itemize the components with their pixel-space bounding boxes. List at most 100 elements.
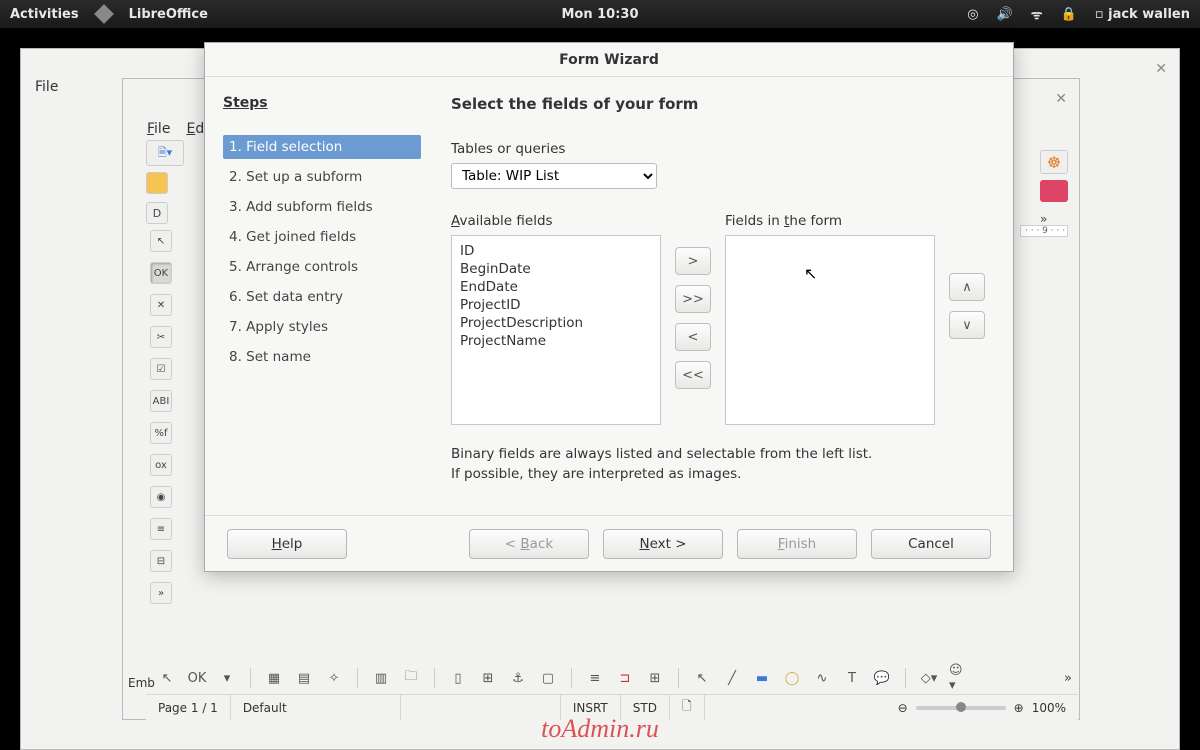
- ellipse-tool-icon[interactable]: ◯: [781, 667, 803, 689]
- percent-tool[interactable]: %f: [150, 422, 172, 444]
- rect-tool-icon[interactable]: ▬: [751, 667, 773, 689]
- page-icon[interactable]: ▥: [370, 667, 392, 689]
- dialog-footer: HelpHelp < Back< Back Next >Next > Finis…: [205, 515, 1013, 571]
- tables-or-queries-select[interactable]: Table: WIP List: [451, 163, 657, 189]
- close-icon[interactable]: ✕: [1055, 91, 1067, 107]
- bound-icon[interactable]: ⊞: [477, 667, 499, 689]
- cursor2-icon[interactable]: ↖: [691, 667, 713, 689]
- finish-button[interactable]: FinishFinish: [737, 529, 857, 559]
- step-6-data-entry[interactable]: 6. Set data entry: [223, 285, 421, 309]
- abi-tool[interactable]: ABI: [150, 390, 172, 412]
- back-button[interactable]: < Back< Back: [469, 529, 589, 559]
- accent-icon[interactable]: [1040, 180, 1068, 202]
- available-fields-listbox[interactable]: ID BeginDate EndDate ProjectID ProjectDe…: [451, 235, 661, 425]
- checkbox-tool[interactable]: ☑: [150, 358, 172, 380]
- move-down-button[interactable]: ∨: [949, 311, 985, 339]
- grid-icon[interactable]: ▦: [263, 667, 285, 689]
- expand-toolbar-icon[interactable]: »: [1064, 671, 1072, 686]
- step-4-joined-fields[interactable]: 4. Get joined fields: [223, 225, 421, 249]
- list-item[interactable]: ProjectName: [460, 332, 652, 350]
- zoom-slider[interactable]: [916, 706, 1006, 710]
- bg2-edit-menu[interactable]: Ed: [186, 121, 204, 137]
- ok-icon[interactable]: OK: [186, 667, 208, 689]
- hint-text: Binary fields are always listed and sele…: [451, 445, 989, 484]
- fields-in-form-listbox[interactable]: [725, 235, 935, 425]
- wizard-main-panel: Select the fields of your form Tables or…: [431, 77, 1013, 515]
- step-2-subform[interactable]: 2. Set up a subform: [223, 165, 421, 189]
- wifi-icon[interactable]: ᯤ: [1031, 5, 1043, 23]
- volume-icon[interactable]: 🔊: [997, 7, 1013, 22]
- list-tool[interactable]: ≡: [150, 518, 172, 540]
- new-doc-icon[interactable]: 🗎▾: [146, 140, 184, 166]
- chevron-right-icon[interactable]: »: [1040, 212, 1068, 226]
- tables-or-queries-label: Tables or queries: [451, 141, 989, 157]
- zoom-in-icon[interactable]: ⊕: [1014, 701, 1024, 715]
- step-1-field-selection[interactable]: 1. Field selection: [223, 135, 421, 159]
- anchor-icon[interactable]: ⚓: [507, 667, 529, 689]
- step-8-name[interactable]: 8. Set name: [223, 345, 421, 369]
- default-para-icon[interactable]: D: [146, 202, 168, 224]
- horizontal-ruler: · · · 9 · · ·: [1020, 225, 1068, 237]
- pointer-icon[interactable]: ↖: [156, 667, 178, 689]
- steps-panel: Steps 1. Field selection 2. Set up a sub…: [205, 77, 431, 515]
- folder-icon[interactable]: 🗀: [400, 667, 422, 689]
- magnet-icon[interactable]: ⊐: [614, 667, 636, 689]
- callout-tool-icon[interactable]: 💬: [871, 667, 893, 689]
- move-up-button[interactable]: ∧: [949, 273, 985, 301]
- close-icon[interactable]: ✕: [1155, 61, 1167, 77]
- list-item[interactable]: EndDate: [460, 278, 652, 296]
- remove-field-button[interactable]: <: [675, 323, 711, 351]
- add-all-fields-button[interactable]: >>: [675, 285, 711, 313]
- cancel-button[interactable]: Cancel: [871, 529, 991, 559]
- step-3-subform-fields[interactable]: 3. Add subform fields: [223, 195, 421, 219]
- app-name[interactable]: LibreOffice: [129, 7, 208, 22]
- chevron-down-icon[interactable]: »: [150, 582, 172, 604]
- add-field-button[interactable]: >: [675, 247, 711, 275]
- bg1-file-menu[interactable]: FFileile: [35, 79, 58, 95]
- table-icon[interactable]: [146, 172, 168, 194]
- line-tool-icon[interactable]: ╱: [721, 667, 743, 689]
- list-item[interactable]: BeginDate: [460, 260, 652, 278]
- doc-icon[interactable]: ▤: [293, 667, 315, 689]
- wizard-icon[interactable]: ✧: [323, 667, 345, 689]
- bg2-file-menu[interactable]: File: [147, 121, 170, 137]
- list-item[interactable]: ProjectDescription: [460, 314, 652, 332]
- left-toolbar: ↖ OK ✕ ✂ ☑ ABI %f ox ◉ ≡ ⊟ »: [146, 230, 176, 604]
- activities-button[interactable]: Activities: [10, 7, 79, 22]
- help-button[interactable]: HelpHelp: [227, 529, 347, 559]
- shape-tool-icon[interactable]: ◇▾: [918, 667, 940, 689]
- app-icon: [94, 4, 114, 24]
- zoom-value[interactable]: 100%: [1032, 701, 1066, 715]
- username[interactable]: ▫ jack wallen: [1095, 7, 1190, 22]
- pointer-tool[interactable]: ↖: [150, 230, 172, 252]
- a11y-icon[interactable]: ◎: [967, 7, 978, 22]
- text-tool-icon[interactable]: T: [841, 667, 863, 689]
- scissors-icon[interactable]: ✂: [150, 326, 172, 348]
- list-item[interactable]: ProjectID: [460, 296, 652, 314]
- zoom-out-icon[interactable]: ⊖: [898, 701, 908, 715]
- move-buttons: > >> < <<: [675, 213, 711, 425]
- help-icon[interactable]: ☸: [1040, 150, 1068, 174]
- smiley-tool-icon[interactable]: ☺▾: [948, 667, 970, 689]
- list-item[interactable]: ID: [460, 242, 652, 260]
- ok-tool[interactable]: OK: [150, 262, 172, 284]
- next-button[interactable]: Next >Next >: [603, 529, 723, 559]
- lock-icon[interactable]: 🔒: [1061, 7, 1077, 22]
- remove-all-fields-button[interactable]: <<: [675, 361, 711, 389]
- crop-icon[interactable]: ▢: [537, 667, 559, 689]
- chevron-icon[interactable]: ▾: [216, 667, 238, 689]
- lines-icon[interactable]: ≡: [584, 667, 606, 689]
- step-5-arrange[interactable]: 5. Arrange controls: [223, 255, 421, 279]
- step-7-styles[interactable]: 7. Apply styles: [223, 315, 421, 339]
- steps-heading: Steps: [223, 95, 421, 111]
- crossed-tools-icon[interactable]: ✕: [150, 294, 172, 316]
- radio-tool[interactable]: ◉: [150, 486, 172, 508]
- form-tool[interactable]: ⊟: [150, 550, 172, 572]
- grid2-icon[interactable]: ⊞: [644, 667, 666, 689]
- form-wizard-dialog: Form Wizard Steps 1. Field selection 2. …: [204, 42, 1014, 572]
- align-icon[interactable]: ▯: [447, 667, 469, 689]
- available-fields-label: Available fieldsAvailable fields: [451, 213, 661, 229]
- curve-tool-icon[interactable]: ∿: [811, 667, 833, 689]
- ox-tool[interactable]: ox: [150, 454, 172, 476]
- clock[interactable]: Mon 10:30: [561, 7, 638, 22]
